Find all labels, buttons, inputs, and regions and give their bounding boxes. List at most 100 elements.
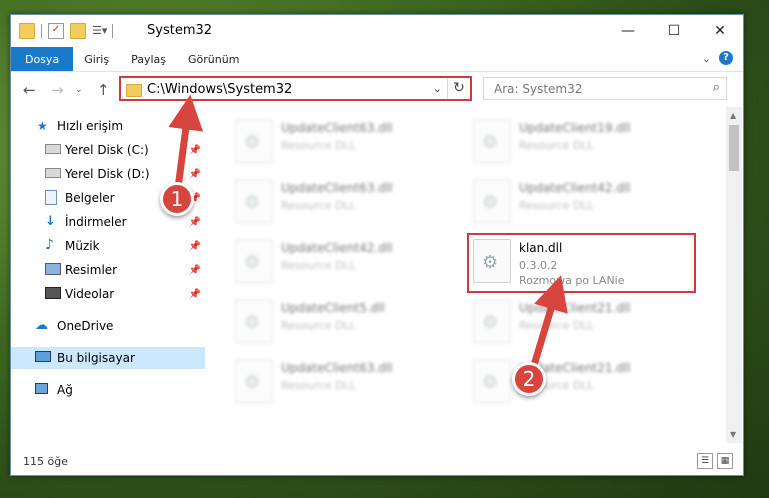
ribbon: Dosya Giriş Paylaş Görünüm ⌄ ? <box>11 47 743 72</box>
file-item[interactable]: UpdateClient42.dll Resource DLL <box>235 237 435 285</box>
dll-file-icon <box>473 299 511 343</box>
navigation-bar: ← → ⌄ ↑ C:\Windows\System32 ⌄ ↻ ⌕ <box>11 73 743 105</box>
chevron-down-icon[interactable]: ⌄ <box>433 82 442 95</box>
sidebar-item-network[interactable]: Ağ <box>11 379 205 401</box>
scroll-up-icon[interactable]: ▲ <box>730 111 736 120</box>
vertical-scrollbar[interactable]: ▲ ▼ <box>726 107 742 443</box>
folder-icon[interactable] <box>19 23 35 39</box>
window-title: System32 <box>147 23 213 38</box>
file-item[interactable]: UpdateClient63.dll Resource DLL <box>235 357 435 405</box>
large-icons-view-icon[interactable]: ▦ <box>717 453 733 469</box>
dll-file-icon <box>235 119 273 163</box>
computer-icon <box>35 351 51 362</box>
customize-toolbar-icon[interactable]: ☰▾ <box>92 24 107 38</box>
forward-arrow-icon[interactable]: → <box>51 81 64 99</box>
file-name: UpdateClient63.dll <box>281 121 393 135</box>
pin-icon[interactable]: 📌 <box>189 169 201 180</box>
explorer-window: ✓ ☰▾ System32 — ☐ ✕ Dosya Giriş Paylaş G… <box>10 14 744 476</box>
quick-access-toolbar: ✓ ☰▾ <box>19 23 113 39</box>
properties-icon[interactable]: ✓ <box>48 23 64 39</box>
sidebar-item-videos[interactable]: Videolar 📌 <box>11 283 205 305</box>
cloud-icon: ☁ <box>35 318 48 333</box>
tab-file[interactable]: Dosya <box>11 47 74 71</box>
close-button[interactable]: ✕ <box>697 15 743 47</box>
maximize-button[interactable]: ☐ <box>651 15 697 47</box>
refresh-icon[interactable]: ↻ <box>447 78 470 99</box>
sidebar-item-local-disk-c[interactable]: Yerel Disk (C:) 📌 <box>11 139 205 161</box>
sidebar-item-this-pc[interactable]: Bu bilgisayar <box>11 347 205 369</box>
tab-share[interactable]: Paylaş <box>120 47 177 71</box>
pictures-icon <box>45 263 61 275</box>
window-controls: — ☐ ✕ <box>605 15 743 47</box>
step-2-badge: 2 <box>512 362 546 396</box>
recent-locations-icon[interactable]: ⌄ <box>75 85 83 95</box>
sidebar-item-pictures[interactable]: Resimler 📌 <box>11 259 205 281</box>
divider <box>112 24 113 38</box>
dll-file-icon <box>235 299 273 343</box>
sidebar-item-label: Yerel Disk (D:) <box>65 167 150 181</box>
file-description: Resource DLL <box>519 199 594 212</box>
sidebar-item-onedrive[interactable]: ☁ OneDrive <box>11 315 205 337</box>
new-folder-icon[interactable] <box>70 23 86 39</box>
search-icon[interactable]: ⌕ <box>713 80 720 95</box>
tab-home[interactable]: Giriş <box>73 47 120 71</box>
up-arrow-icon[interactable]: ↑ <box>97 81 110 99</box>
file-item[interactable]: UpdateClient63.dll Resource DLL <box>235 117 435 165</box>
star-icon: ★ <box>37 119 48 133</box>
sidebar-item-label: Videolar <box>65 287 115 301</box>
file-item[interactable]: UpdateClient42.dll Resource DLL <box>473 177 673 225</box>
sidebar-item-quick-access[interactable]: ★ Hızlı erişim <box>11 115 205 137</box>
file-description: Resource DLL <box>281 259 356 272</box>
sidebar-item-label: İndirmeler <box>65 215 127 229</box>
search-box[interactable]: ⌕ <box>483 77 727 100</box>
sidebar-item-label: Ağ <box>57 383 73 397</box>
pin-icon[interactable]: 📌 <box>189 145 201 156</box>
sidebar-item-label: Belgeler <box>65 191 115 205</box>
file-item[interactable]: UpdateClient19.dll Resource DLL <box>473 117 673 165</box>
file-name: UpdateClient42.dll <box>519 181 631 195</box>
search-input[interactable] <box>492 81 696 97</box>
file-item[interactable]: UpdateClient21.dll Resource DLL <box>473 297 673 345</box>
file-name: UpdateClient21.dll <box>519 301 631 315</box>
scrollbar-thumb[interactable] <box>729 125 739 171</box>
file-item[interactable]: UpdateClient21.dll Resource DLL <box>473 357 673 405</box>
music-icon: ♪ <box>45 237 54 253</box>
pin-icon[interactable]: 📌 <box>189 217 201 228</box>
file-item[interactable]: UpdateClient63.dll Resource DLL <box>235 177 435 225</box>
address-path[interactable]: C:\Windows\System32 <box>147 82 292 97</box>
address-bar[interactable]: C:\Windows\System32 ⌄ ↻ <box>119 76 472 101</box>
drive-icon <box>45 144 61 154</box>
file-item[interactable]: UpdateClient5.dll Resource DLL <box>235 297 435 345</box>
dll-file-icon <box>473 239 511 283</box>
documents-icon <box>45 190 57 205</box>
pin-icon[interactable]: 📌 <box>189 289 201 300</box>
navigation-pane: ★ Hızlı erişim Yerel Disk (C:) 📌 Yerel D… <box>11 113 205 443</box>
pin-icon[interactable]: 📌 <box>189 241 201 252</box>
help-icon[interactable]: ? <box>719 51 733 65</box>
dll-file-icon <box>473 119 511 163</box>
file-version: 0.3.0.2 <box>519 259 558 272</box>
back-arrow-icon[interactable]: ← <box>23 81 36 99</box>
view-switcher: ☰ ▦ <box>697 453 733 469</box>
divider <box>41 24 42 38</box>
file-description: Resource DLL <box>281 199 356 212</box>
sidebar-item-label: Hızlı erişim <box>57 119 124 133</box>
sidebar-item-label: OneDrive <box>57 319 114 333</box>
details-view-icon[interactable]: ☰ <box>697 453 713 469</box>
video-icon <box>45 287 61 299</box>
pin-icon[interactable]: 📌 <box>189 265 201 276</box>
dll-file-icon <box>235 359 273 403</box>
sidebar-item-music[interactable]: ♪ Müzik 📌 <box>11 235 205 257</box>
file-description: Resource DLL <box>281 379 356 392</box>
dll-file-icon <box>473 179 511 223</box>
file-item-klan-dll[interactable]: klan.dll 0.3.0.2 Rozmowa po LANie <box>473 237 673 287</box>
file-name: UpdateClient19.dll <box>519 121 631 135</box>
chevron-down-icon[interactable]: ⌄ <box>702 52 711 65</box>
dll-file-icon <box>473 359 511 403</box>
sidebar-item-label: Bu bilgisayar <box>57 351 135 365</box>
minimize-button[interactable]: — <box>605 15 651 47</box>
scroll-down-icon[interactable]: ▼ <box>730 430 736 439</box>
tab-view[interactable]: Görünüm <box>177 47 250 71</box>
file-description: Resource DLL <box>281 319 356 332</box>
title-bar: ✓ ☰▾ System32 — ☐ ✕ <box>11 15 743 47</box>
